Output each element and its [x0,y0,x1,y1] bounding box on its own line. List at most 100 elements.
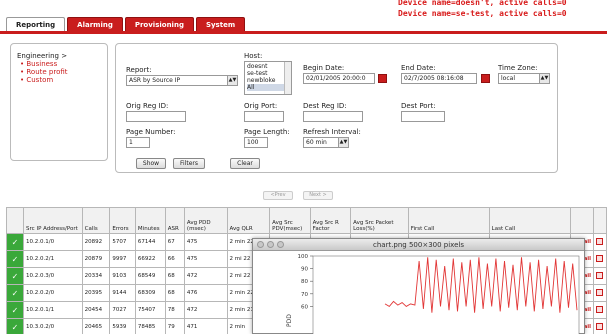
nav-link-custom[interactable]: • Custom [17,76,101,84]
close-window-icon[interactable] [257,241,264,248]
alert-line-2: Device name=se-test, active calls=0 [398,9,567,18]
nav-link-business[interactable]: • Business [17,60,101,68]
chart-window-titlebar[interactable]: chart.png 500×300 pixels [253,239,584,251]
row-select-checkbox[interactable] [593,284,607,302]
avg-pdd-cell: 476 [183,284,228,302]
filters-button[interactable]: Filters [173,158,205,169]
errors-cell: 5939 [109,318,136,334]
y-tick-label: 70 [301,292,308,298]
column-header-errors[interactable]: Errors [109,207,136,234]
column-header-avg-qlr[interactable]: Avg QLR [226,207,271,234]
row-select-checkbox[interactable] [593,250,607,268]
orig-reg-id-label: Orig Reg ID: [126,102,169,110]
row-select-checkbox[interactable] [593,233,607,251]
src-ip-cell: 10.3.0.2/0 [23,318,83,334]
dest-reg-id-input[interactable] [303,111,363,122]
page-length-field: Page Length: 100 [244,128,299,148]
time-zone-select-value: local [501,75,515,82]
end-date-input[interactable]: 02/7/2005 08:16:08 [401,73,477,84]
host-listbox-scrollbar[interactable] [284,62,291,94]
orig-port-input[interactable] [244,111,284,122]
zoom-window-icon[interactable] [277,241,284,248]
column-header-asr[interactable]: ASR [164,207,185,234]
column-header-avg-src-pdv[interactable]: Avg Src PDV(msec) [269,207,311,234]
page-length-input[interactable]: 100 [244,137,268,148]
dest-port-field: Dest Port: [401,102,461,122]
begin-date-calendar-icon[interactable] [378,74,387,83]
minutes-cell: 67144 [134,233,166,251]
column-header-avg-src-r-factor[interactable]: Avg Src R Factor [309,207,352,234]
time-zone-select[interactable]: local ▲▼ [498,73,550,84]
page-number-field: Page Number: 1 [126,128,196,148]
prev-page-button[interactable]: <Prev [263,191,293,200]
page-number-input[interactable]: 1 [126,137,150,148]
nav-link-route-profit-label: Route profit [26,68,68,76]
tab-system[interactable]: System [195,17,246,32]
report-category-nav: Engineering > • Business • Route profit … [10,43,108,161]
refresh-interval-field: Refresh Interval: 60 min ▲▼ [303,128,373,148]
column-header-calls[interactable]: Calls [81,207,111,234]
tab-alarming[interactable]: Alarming [67,17,123,32]
calls-cell: 20465 [81,318,111,334]
host-field: Host: doesnt se-test newbloke All [244,52,299,95]
tab-provisioning[interactable]: Provisioning [124,17,194,32]
host-option-selected[interactable]: All [247,84,289,91]
begin-date-input[interactable]: 02/01/2005 20:00:0 [303,73,375,84]
calls-cell: 20879 [81,250,111,268]
errors-cell: 9997 [109,250,136,268]
clear-button[interactable]: Clear [230,158,260,169]
checkbox-icon[interactable] [596,306,604,313]
calls-cell: 20395 [81,284,111,302]
tab-reporting[interactable]: Reporting [6,17,66,32]
host-label: Host: [244,52,263,60]
report-select[interactable]: ASR by Source IP ▲▼ [126,75,238,86]
alert-line-1: Device name=doesn't, active calls=0 [398,0,567,7]
column-header-minutes[interactable]: Minutes [134,207,166,234]
checkbox-icon[interactable] [596,323,604,330]
nav-link-route-profit[interactable]: • Route profit [17,68,101,76]
column-header-detail [569,207,595,234]
checkbox-icon[interactable] [596,255,604,262]
host-option[interactable]: doesnt [247,63,289,70]
avg-pdd-cell: 475 [183,250,228,268]
checkbox-icon[interactable] [596,289,604,296]
window-controls [257,241,284,248]
host-listbox[interactable]: doesnt se-test newbloke All [244,61,292,95]
chevron-down-icon: ▲▼ [338,138,348,147]
column-header-src-ip[interactable]: Src IP Address/Port [23,207,83,234]
dest-port-label: Dest Port: [401,102,436,110]
host-option[interactable]: se-test [247,70,289,77]
host-option[interactable]: newbloke [247,77,289,84]
end-date-field: End Date: 02/7/2005 08:16:08 [401,64,493,84]
nav-link-custom-label: Custom [26,76,54,84]
dest-reg-id-field: Dest Reg ID: [303,102,383,122]
row-select-checkbox[interactable] [593,267,607,285]
column-header-last-call[interactable]: Last Call [488,207,571,234]
report-field: Report: ASR by Source IP ▲▼ [126,66,238,86]
minimize-window-icon[interactable] [267,241,274,248]
avg-pdd-cell: 475 [183,233,228,251]
orig-reg-id-input[interactable] [126,111,186,122]
checkbox-icon[interactable] [596,272,604,279]
report-filters-panel: Report: ASR by Source IP ▲▼ Host: doesnt… [115,43,558,173]
column-header-avg-src-packet-loss[interactable]: Avg Src Packet Loss(%) [350,207,409,234]
row-select-checkbox[interactable] [593,318,607,334]
src-ip-cell: 10.2.0.2/0 [23,284,83,302]
report-select-value: ASR by Source IP [129,77,181,84]
show-button[interactable]: Show [136,158,166,169]
asr-cell: 78 [164,301,185,319]
errors-cell: 9103 [109,267,136,285]
row-select-checkbox[interactable] [593,301,607,319]
main-tabs: Reporting Alarming Provisioning System [6,17,246,32]
dest-port-input[interactable] [401,111,445,122]
column-header-select [593,207,607,234]
end-date-calendar-icon[interactable] [481,74,490,83]
column-header-first-call[interactable]: First Call [407,207,490,234]
next-page-button[interactable]: Next > [303,191,333,200]
begin-date-label: Begin Date: [303,64,345,72]
report-label: Report: [126,66,152,74]
column-header-avg-pdd[interactable]: Avg PDD (msec) [183,207,228,234]
checkbox-icon[interactable] [596,238,604,245]
refresh-interval-select[interactable]: 60 min ▲▼ [303,137,349,148]
chart-popup-window[interactable]: chart.png 500×300 pixels 100 90 80 70 60 PDD [252,238,585,334]
